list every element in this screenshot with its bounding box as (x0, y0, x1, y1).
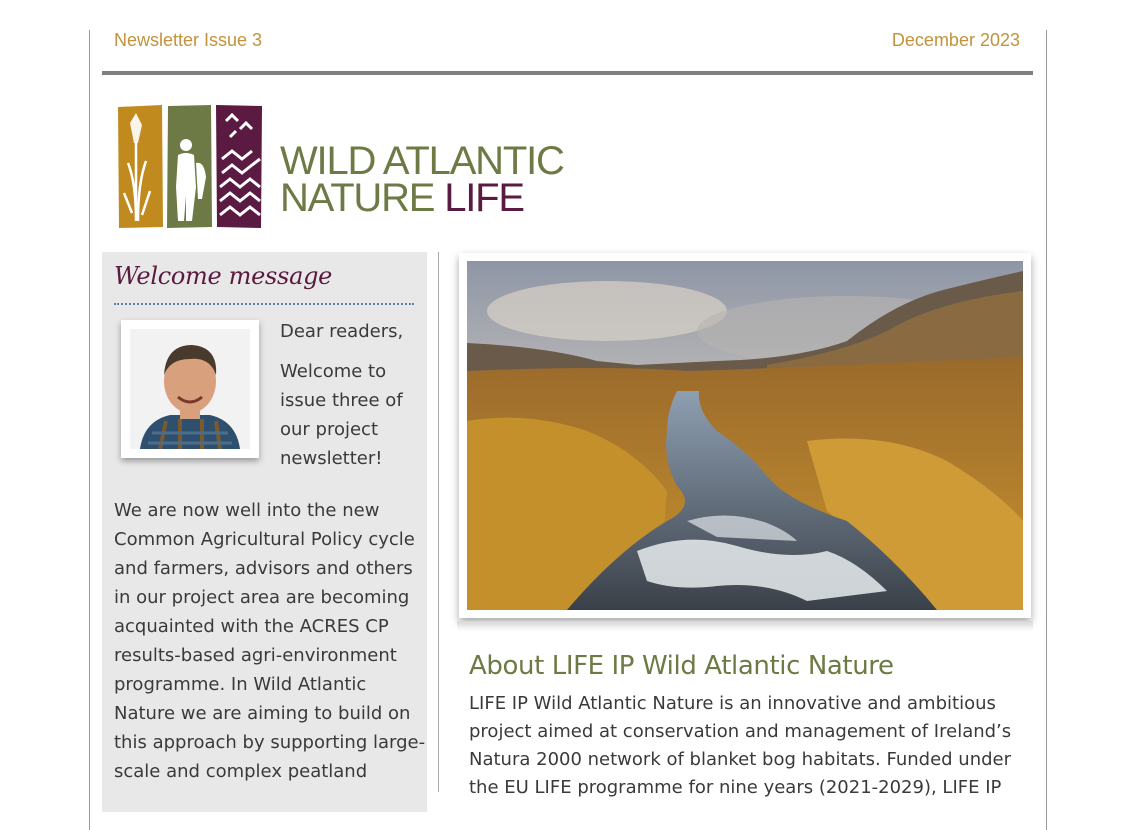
body-line: We are now well into the new (114, 500, 380, 521)
logo-line-2: NATURE LIFE (280, 178, 600, 218)
about-line: project aimed at conservation and manage… (469, 721, 1012, 742)
logo-wordmark: WILD ATLANTIC NATURE LIFE (280, 139, 600, 218)
logo-line-1: WILD ATLANTIC (280, 139, 565, 183)
body-line: in our project area are becoming (114, 587, 410, 608)
about-line: Natura 2000 network of blanket bog habit… (469, 749, 1012, 770)
intro-line: newsletter! (280, 448, 383, 469)
column-divider (438, 252, 439, 792)
author-portrait (121, 320, 259, 458)
body-line: Nature we are aiming to build on (114, 703, 411, 724)
about-line: the EU LIFE programme for nine years (20… (469, 777, 1002, 798)
welcome-dotted-divider (114, 303, 414, 305)
about-line: LIFE IP Wild Atlantic Nature is an innov… (469, 693, 996, 714)
logo-life: LIFE (444, 176, 525, 220)
body-line: and farmers, advisors and others (114, 558, 413, 579)
about-title: About LIFE IP Wild Atlantic Nature (469, 651, 894, 681)
portrait-image (130, 329, 250, 449)
header-rule (102, 71, 1033, 75)
body-line: results-based agri-environment (114, 645, 397, 666)
intro-text: Welcome to issue three of our project ne… (280, 357, 403, 473)
logo-nature: NATURE (280, 176, 445, 220)
hero-photo-frame (459, 253, 1031, 618)
welcome-title: Welcome message (114, 262, 333, 290)
greeting: Dear readers, (280, 321, 404, 342)
intro-line: Welcome to (280, 361, 387, 382)
issue-label: Newsletter Issue 3 (114, 30, 263, 50)
newsletter-header: Newsletter Issue 3 December 2023 (114, 30, 1020, 54)
welcome-body: We are now well into the new Common Agri… (114, 496, 425, 786)
body-line: scale and complex peatland (114, 761, 368, 782)
body-line: acquainted with the ACRES CP (114, 616, 389, 637)
bog-river-photo (467, 261, 1023, 610)
photo-shadow (457, 621, 1033, 631)
body-line: this approach by supporting large- (114, 732, 426, 753)
body-line: Common Agricultural Policy cycle (114, 529, 415, 550)
intro-line: issue three of (280, 390, 403, 411)
body-line: programme. In Wild Atlantic (114, 674, 367, 695)
intro-line: our project (280, 419, 379, 440)
issue-date: December 2023 (891, 30, 1020, 50)
about-body: LIFE IP Wild Atlantic Nature is an innov… (469, 690, 1012, 802)
